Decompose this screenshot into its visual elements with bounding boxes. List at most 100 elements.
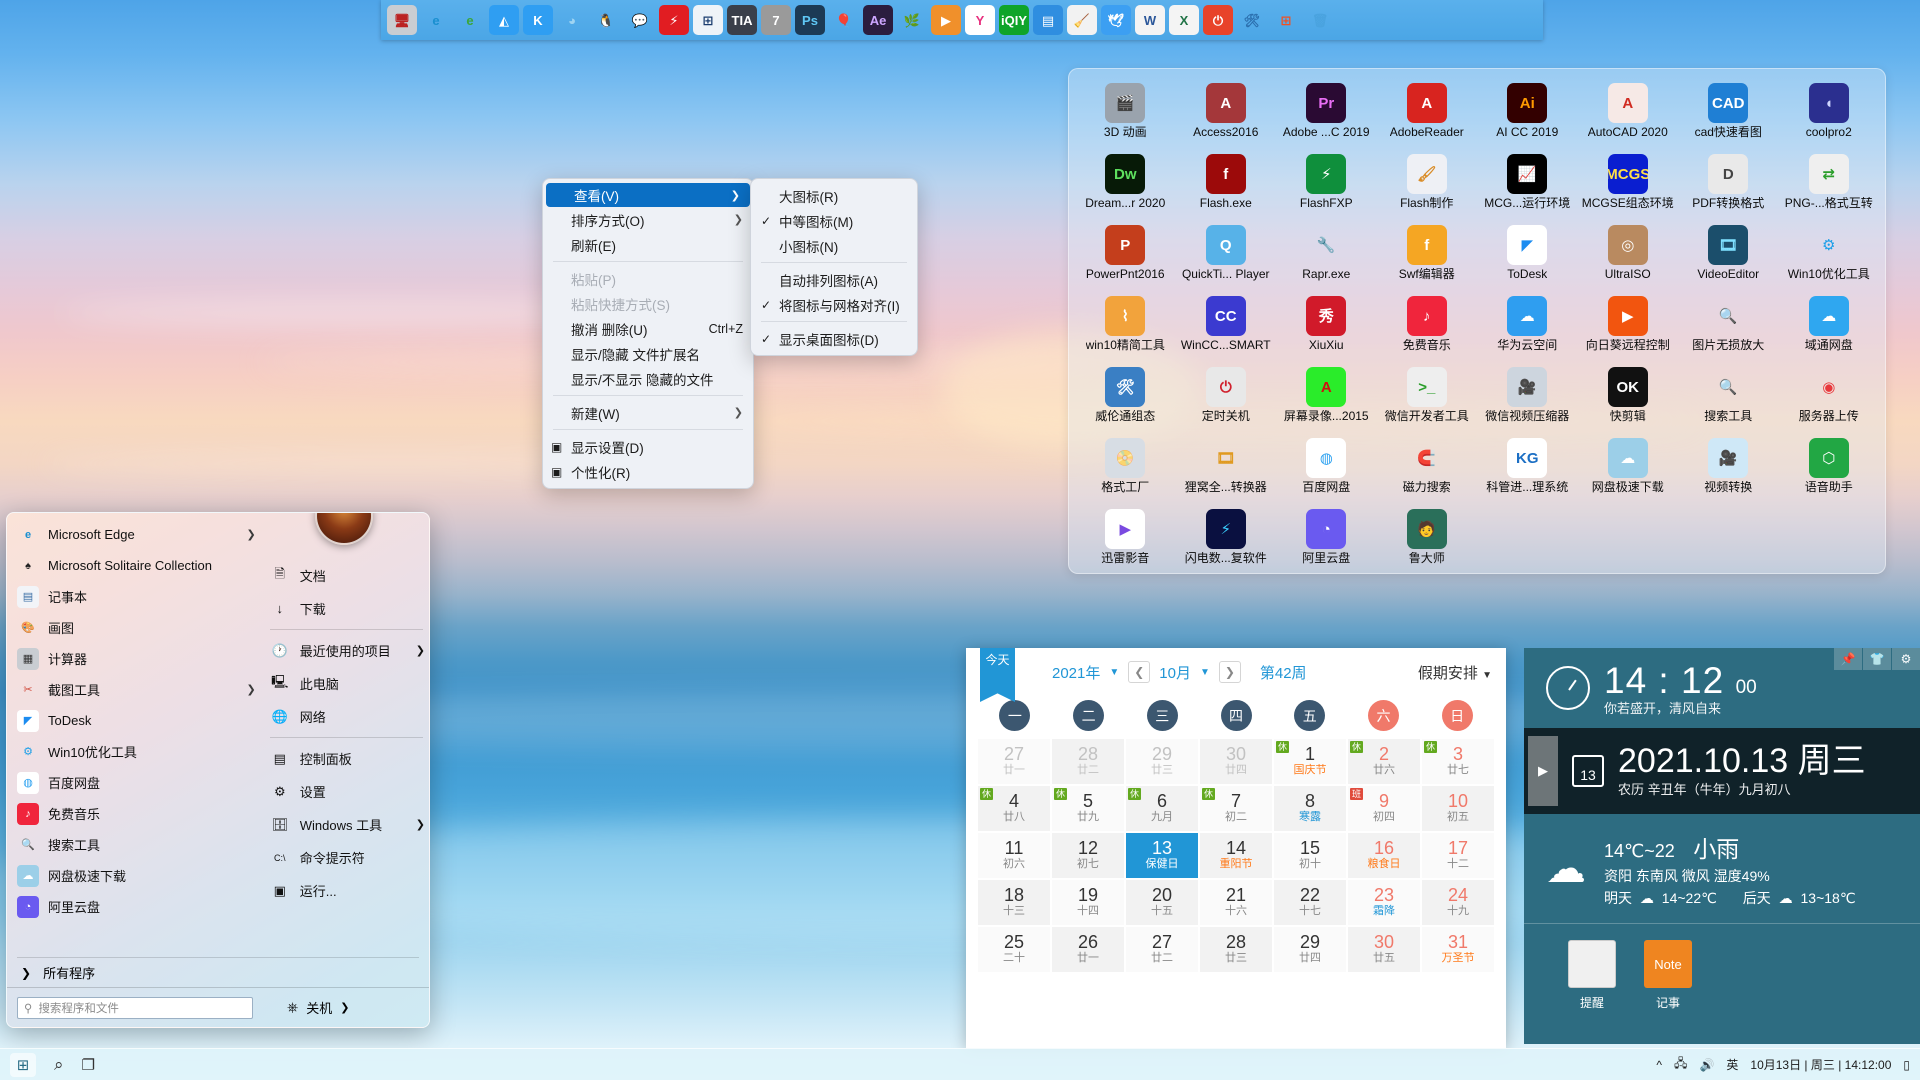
desktop-icon[interactable]: >_ 微信开发者工具 bbox=[1377, 363, 1478, 434]
swallow-icon[interactable]: 🕊 bbox=[1101, 5, 1131, 35]
start-menu-item[interactable]: ♪ 免费音乐 bbox=[7, 798, 268, 829]
desktop-icon[interactable]: 🔍 搜索工具 bbox=[1678, 363, 1779, 434]
calendar-day-cell[interactable]: 20 十五 bbox=[1126, 880, 1198, 925]
photoshop-icon[interactable]: Ps bbox=[795, 5, 825, 35]
desktop-icon[interactable]: ☁ 网盘极速下载 bbox=[1578, 434, 1679, 505]
plc-tool-icon[interactable]: ⊞ bbox=[693, 5, 723, 35]
widget-toolbar[interactable]: 📌 👕 ⚙ bbox=[1833, 648, 1920, 670]
desktop-icon[interactable]: ⚙ Win10优化工具 bbox=[1779, 221, 1880, 292]
start-menu-item[interactable]: 🔍 搜索工具 bbox=[7, 829, 268, 860]
desktop-icon[interactable]: CAD cad快速看图 bbox=[1678, 79, 1779, 150]
after-effects-icon[interactable]: Ae bbox=[863, 5, 893, 35]
calendar-day-cell[interactable]: 16 粮食日 bbox=[1348, 833, 1420, 878]
calendar-day-cell[interactable]: 休 5 廿九 bbox=[1052, 786, 1124, 831]
calendar-day-cell[interactable]: 28 廿三 bbox=[1200, 927, 1272, 972]
start-menu-place-item[interactable]: 🖳 此电脑 bbox=[268, 667, 429, 700]
cleaner-icon[interactable]: 🧹 bbox=[1067, 5, 1097, 35]
calendar-day-cell[interactable]: 17 十二 bbox=[1422, 833, 1494, 878]
calendar-day-cell[interactable]: 休 6 九月 bbox=[1126, 786, 1198, 831]
start-menu-item[interactable]: ☁ 网盘极速下载 bbox=[7, 860, 268, 891]
calendar-day-cell[interactable]: 25 二十 bbox=[978, 927, 1050, 972]
desktop-icon[interactable]: ⬡ 语音助手 bbox=[1779, 434, 1880, 505]
desktop-icon[interactable]: ☁ 华为云空间 bbox=[1477, 292, 1578, 363]
start-menu-item[interactable]: ⚙ Win10优化工具 bbox=[7, 736, 268, 767]
desktop-icon[interactable]: 🧲 磁力搜索 bbox=[1377, 434, 1478, 505]
start-button[interactable]: ⊞ bbox=[10, 1052, 36, 1077]
calendar-day-cell[interactable]: 30 廿四 bbox=[1200, 739, 1272, 784]
desktop-icon[interactable]: 🎞 VideoEditor bbox=[1678, 221, 1779, 292]
calendar-day-grid[interactable]: 27 廿一 28 廿二 29 廿三 30 廿四休 1 国庆节休 2 廿六休 3 廿七休 4 廿八休 5 廿九休 6 九… bbox=[966, 739, 1506, 982]
desktop-icon[interactable]: 🎬 3D 动画 bbox=[1075, 79, 1176, 150]
start-menu-place-item[interactable]: ▤ 控制面板 bbox=[268, 742, 429, 775]
desktop-icon[interactable]: ⚡ FlashFXP bbox=[1276, 150, 1377, 221]
start-menu-place-item[interactable]: ▣ 运行... bbox=[268, 874, 429, 907]
start-menu-search[interactable]: ⚲ 搜索程序和文件 bbox=[17, 996, 253, 1019]
start-menu-item[interactable]: ▤ 记事本 bbox=[7, 581, 268, 612]
toolbox-icon[interactable]: 🛠 bbox=[1237, 5, 1267, 35]
desktop-icon[interactable]: D PDF转换格式 bbox=[1678, 150, 1779, 221]
desktop-icon-panel[interactable]: 🎬 3D 动画 A Access2016 Pr Adobe ...C 2019 A Adobe… bbox=[1068, 68, 1886, 574]
context-submenu-item[interactable]: ✓ 将图标与网格对齐(I) bbox=[751, 292, 917, 317]
desktop-icon[interactable]: 🎥 微信视频压缩器 bbox=[1477, 363, 1578, 434]
desktop-icon[interactable]: P PowerPnt2016 bbox=[1075, 221, 1176, 292]
context-menu-item[interactable]: 显示/隐藏 文件扩展名 bbox=[543, 341, 753, 366]
calendar-day-cell[interactable]: 29 廿四 bbox=[1274, 927, 1346, 972]
desktop-icon[interactable]: ◎ UltraISO bbox=[1578, 221, 1679, 292]
iqiyi-icon[interactable]: iQIY bbox=[999, 5, 1029, 35]
desktop-icon[interactable]: 📀 格式工厂 bbox=[1075, 434, 1176, 505]
recycle-bin-icon[interactable]: 🗑 bbox=[1305, 5, 1335, 35]
context-menu-item[interactable]: 撤消 删除(U) Ctrl+Z bbox=[543, 316, 753, 341]
calendar-day-cell[interactable]: 22 十七 bbox=[1274, 880, 1346, 925]
desktop-context-menu[interactable]: 查看(V) ❯ 排序方式(O) ❯ 刷新(E) 粘贴(P) 粘贴快捷方式(S) 撤消 删除(U… bbox=[542, 178, 754, 489]
next-month-button[interactable]: ❯ bbox=[1218, 661, 1241, 683]
calendar-year[interactable]: 2021年 bbox=[1052, 662, 1100, 683]
calendar-day-cell[interactable]: 31 万圣节 bbox=[1422, 927, 1494, 972]
desktop-icon[interactable]: ◤ ToDesk bbox=[1477, 221, 1578, 292]
desktop-icon[interactable]: A AutoCAD 2020 bbox=[1578, 79, 1679, 150]
calendar-day-cell[interactable]: 26 廿一 bbox=[1052, 927, 1124, 972]
memo-shortcut[interactable]: Note 记事 bbox=[1644, 940, 1692, 1044]
skin-icon[interactable]: 👕 bbox=[1863, 648, 1891, 670]
pin-icon[interactable]: 📌 bbox=[1834, 648, 1862, 670]
calendar-widget[interactable]: 今天 2021年 ▼ ❮ 10月 ▼ ❯ 第42周 假期安排 ▼ 一 二 三 四 五 六 日… bbox=[966, 648, 1506, 1048]
calendar-day-cell[interactable]: 休 2 廿六 bbox=[1348, 739, 1420, 784]
desktop-icon[interactable]: ▶ 迅雷影音 bbox=[1075, 505, 1176, 576]
calendar-day-cell[interactable]: 21 十六 bbox=[1200, 880, 1272, 925]
chevron-down-icon[interactable]: ▼ bbox=[1109, 667, 1119, 678]
search-icon[interactable]: ⌕ bbox=[54, 1055, 64, 1075]
desktop-icon[interactable]: OK 快剪辑 bbox=[1578, 363, 1679, 434]
desktop-icon[interactable]: A Access2016 bbox=[1176, 79, 1277, 150]
desktop-icon[interactable]: ◍ 百度网盘 bbox=[1276, 434, 1377, 505]
start-menu-item[interactable]: ▦ 计算器 bbox=[7, 643, 268, 674]
calendar-day-cell[interactable]: 23 霜降 bbox=[1348, 880, 1420, 925]
desktop-icon[interactable]: A AdobeReader bbox=[1377, 79, 1478, 150]
windows-optimizer-icon[interactable]: 🖥 bbox=[387, 5, 417, 35]
calendar-day-cell[interactable]: 27 廿二 bbox=[1126, 927, 1198, 972]
start-menu-place-item[interactable]: 🕐 最近使用的项目 ❯ bbox=[268, 634, 429, 667]
desktop-icon[interactable]: ◔ 阿里云盘 bbox=[1276, 505, 1377, 576]
reminder-shortcut[interactable]: 提醒 bbox=[1568, 940, 1616, 1044]
desktop-icon[interactable]: Pr Adobe ...C 2019 bbox=[1276, 79, 1377, 150]
start-menu-item[interactable]: ◔ 阿里云盘 bbox=[7, 891, 268, 922]
desktop-icon[interactable]: 🖌 Flash制作 bbox=[1377, 150, 1478, 221]
desktop-icon[interactable]: f Swf编辑器 bbox=[1377, 221, 1478, 292]
calendar-day-cell[interactable]: 11 初六 bbox=[978, 833, 1050, 878]
tia-portal-v16-icon[interactable]: TIA bbox=[727, 5, 757, 35]
volume-icon[interactable]: 🔊 bbox=[1699, 1058, 1714, 1072]
start-menu-item[interactable]: ◍ 百度网盘 bbox=[7, 767, 268, 798]
start-menu-place-item[interactable]: 🗎 文档 bbox=[268, 559, 429, 592]
step7-icon[interactable]: 7 bbox=[761, 5, 791, 35]
desktop-icon[interactable]: ◖ coolpro2 bbox=[1779, 79, 1880, 150]
desktop-icon[interactable]: ⌇ win10精简工具 bbox=[1075, 292, 1176, 363]
start-menu-place-item[interactable]: ⚙ 设置 bbox=[268, 775, 429, 808]
evernote-icon[interactable]: 🌿 bbox=[897, 5, 927, 35]
show-desktop-button[interactable]: ▯ bbox=[1903, 1058, 1910, 1072]
calendar-day-cell[interactable]: 29 廿三 bbox=[1126, 739, 1198, 784]
desktop-icon[interactable]: ◉ 服务器上传 bbox=[1779, 363, 1880, 434]
task-view-icon[interactable]: ❐ bbox=[82, 1056, 95, 1074]
calendar-day-cell[interactable]: 27 廿一 bbox=[978, 739, 1050, 784]
calendar-day-cell[interactable]: 19 十四 bbox=[1052, 880, 1124, 925]
desktop-icon[interactable]: 秀 XiuXiu bbox=[1276, 292, 1377, 363]
context-menu-item[interactable]: 刷新(E) bbox=[543, 232, 753, 257]
youku-icon[interactable]: Y bbox=[965, 5, 995, 35]
